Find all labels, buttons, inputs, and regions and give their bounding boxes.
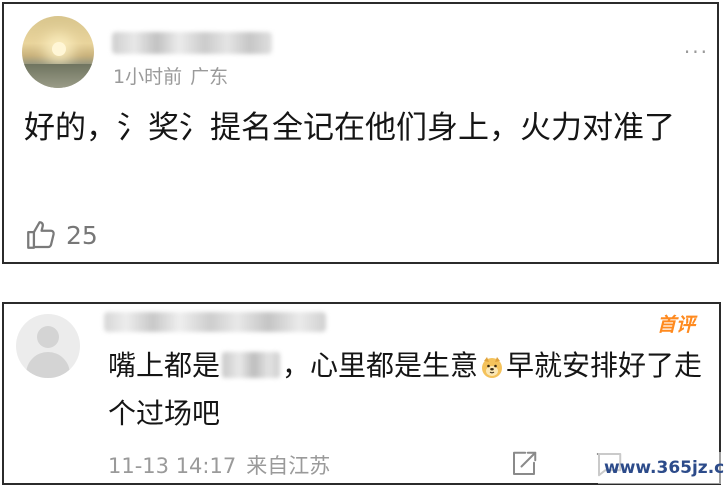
more-dots-icon[interactable]: ··· [684,42,709,62]
comment-location: 广东 [190,66,229,88]
comment-text: 好的，氵奖氵提名全记在他们身上，火力对准了 [24,110,675,146]
comment-meta: 1小时前 广东 [113,62,228,89]
avatar-placeholder[interactable] [16,314,80,378]
comment-meta: 11-13 14:17 来自江苏 [108,450,330,480]
doge-emoji [480,348,504,392]
username-blurred[interactable] [104,312,326,332]
avatar-body-shape [26,352,70,378]
avatar-landscape [22,64,94,88]
watermark-text: www.365jz.com [604,458,725,478]
redacted-text [222,352,281,378]
avatar-sun [52,42,66,56]
first-comment-badge: 首评 [656,314,695,336]
username-blurred[interactable] [112,32,272,54]
thumbs-up-icon [24,218,58,252]
site-watermark: www.365jz.com [598,452,725,484]
comment-time: 1小时前 [113,66,183,88]
comment-date: 11-13 14:17 [108,454,237,478]
comment-text-part1: 嘴上都是 [108,349,221,382]
comment-card-1: 1小时前 广东 ··· 好的，氵奖氵提名全记在他们身上，火力对准了 25 [2,2,719,264]
comment-text: 嘴上都是 ，心里都是生意 早就安排好了走个过场吧 [108,344,708,436]
like-button[interactable]: 25 [24,218,98,252]
avatar[interactable] [22,16,94,88]
comment-source: 来自江苏 [246,454,331,478]
like-count: 25 [66,220,98,250]
share-icon[interactable] [509,449,539,483]
avatar-head-shape [37,326,59,348]
comment-text-part2: ，心里都是生意 [282,349,479,382]
